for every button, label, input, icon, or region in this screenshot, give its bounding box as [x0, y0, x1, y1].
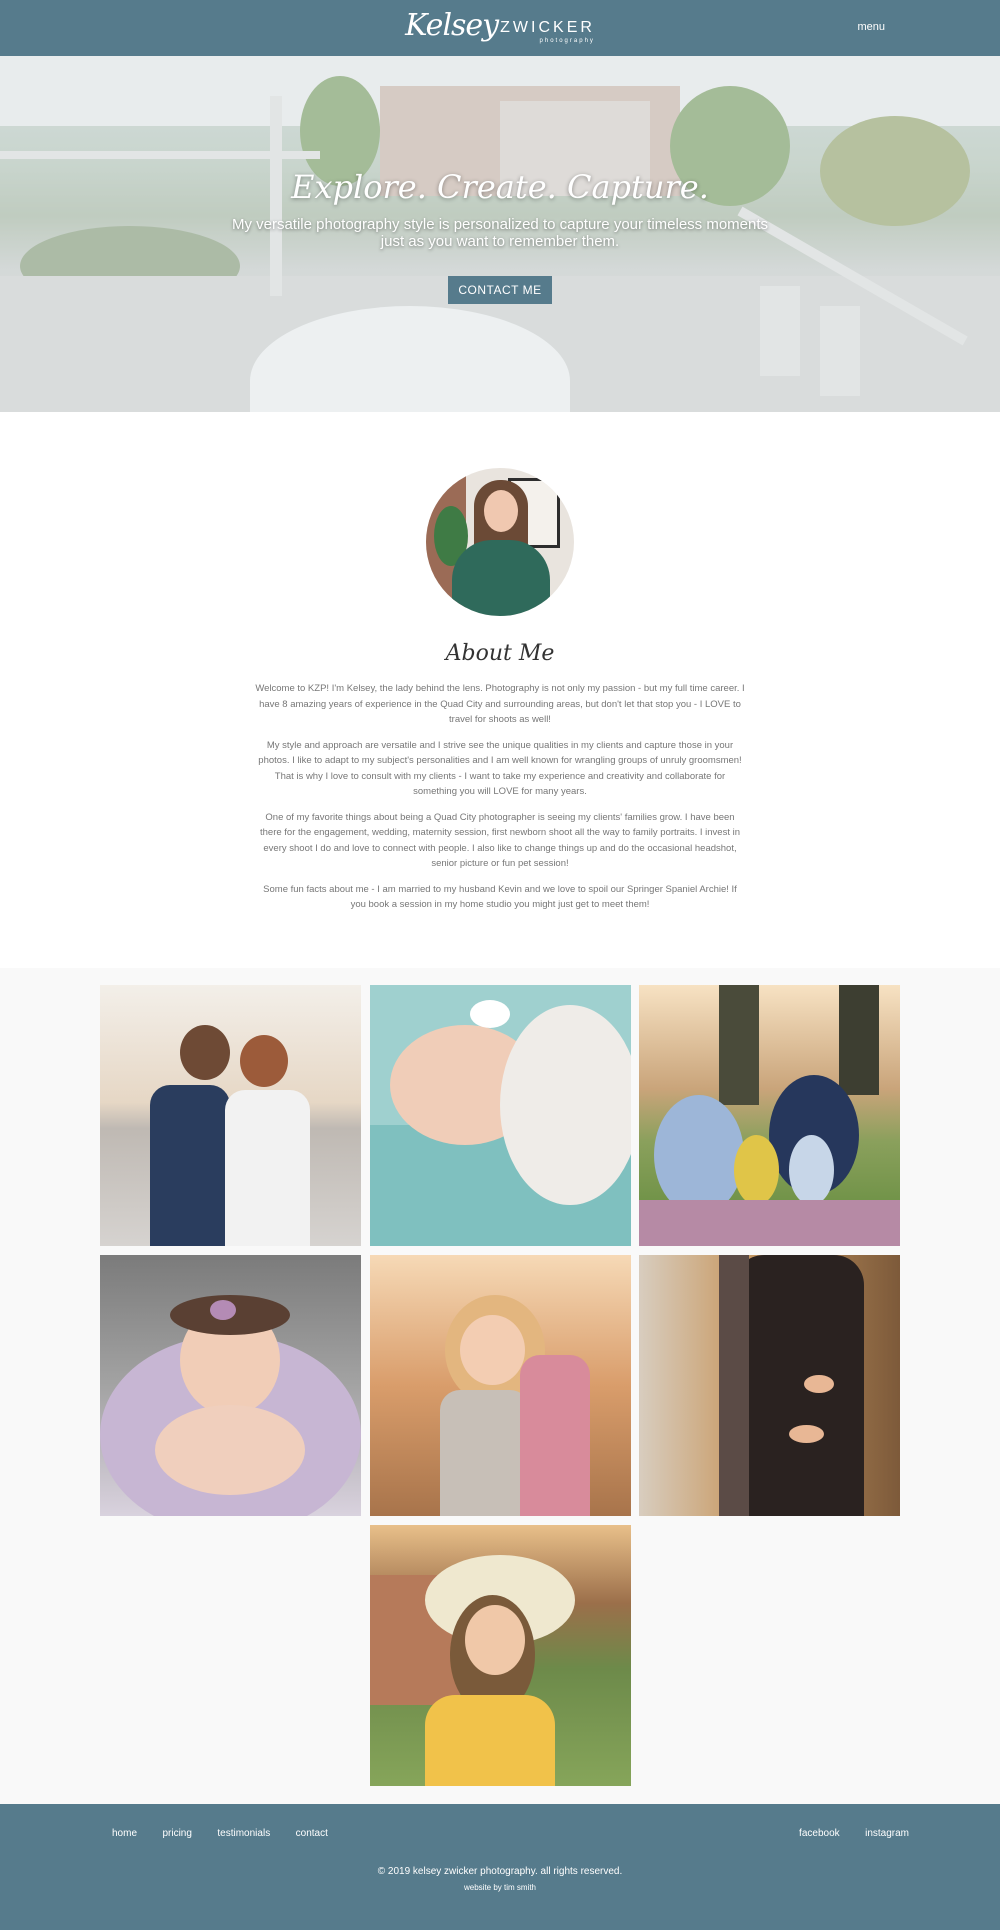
gallery-photo-maternity[interactable] — [639, 1255, 900, 1516]
footer-link-instagram[interactable]: instagram — [865, 1828, 909, 1839]
footer-link-home[interactable]: home — [112, 1828, 137, 1839]
avatar-photo-body — [452, 540, 550, 616]
gallery-photo-baby-fur[interactable] — [100, 1255, 361, 1516]
hero-banner: Explore. Create. Capture. My versatile p… — [0, 56, 1000, 412]
gallery-photo-senior-hat[interactable] — [370, 1525, 631, 1786]
hero-subtitle: My versatile photography style is person… — [231, 216, 769, 250]
gallery-photo-newborn[interactable] — [370, 985, 631, 1246]
logo-name: ZWICKER — [500, 19, 595, 36]
about-paragraph: One of my favorite things about being a … — [260, 811, 740, 870]
about-text: Welcome to KZP! I'm Kelsey, the lady beh… — [255, 681, 745, 913]
about-paragraph: My style and approach are versatile and … — [258, 739, 742, 798]
footer-link-facebook[interactable]: facebook — [799, 1828, 840, 1839]
copyright-text: © 2019 kelsey zwicker photography. all r… — [377, 1866, 623, 1877]
footer-link-pricing[interactable]: pricing — [162, 1828, 191, 1839]
contact-me-button[interactable]: CONTACT ME — [448, 276, 552, 304]
logo-tagline: photography — [539, 38, 595, 44]
footer-link-testimonials[interactable]: testimonials — [217, 1828, 270, 1839]
logo-wordmark: ZWICKER photography — [500, 4, 595, 46]
hero-content: Explore. Create. Capture. My versatile p… — [0, 168, 1000, 304]
about-title: About Me — [445, 641, 555, 666]
site-header: Kelsey ZWICKER photography menu — [0, 0, 1000, 56]
site-footer: home pricing testimonials contact facebo… — [0, 1804, 1000, 1930]
gallery-photo-girl-chair[interactable] — [370, 1255, 631, 1516]
footer-nav: home pricing testimonials contact — [112, 1823, 349, 1841]
avatar-photo-face — [484, 490, 518, 532]
site-logo[interactable]: Kelsey ZWICKER photography — [0, 4, 1000, 48]
photo-gallery — [0, 968, 1000, 1804]
footer-social: facebook instagram — [778, 1823, 909, 1841]
gallery-photo-couple[interactable] — [100, 985, 361, 1246]
hero-title: Explore. Create. Capture. — [291, 168, 709, 206]
about-paragraph: Welcome to KZP! I'm Kelsey, the lady beh… — [255, 683, 745, 725]
logo-script: Kelsey — [405, 8, 499, 43]
about-section: About Me Welcome to KZP! I'm Kelsey, the… — [0, 412, 1000, 968]
menu-link[interactable]: menu — [857, 21, 885, 33]
footer-link-contact[interactable]: contact — [296, 1828, 328, 1839]
about-paragraph: Some fun facts about me - I am married t… — [263, 883, 737, 911]
website-credit[interactable]: website by tim smith — [0, 1883, 1000, 1892]
gallery-photo-family[interactable] — [639, 985, 900, 1246]
avatar — [426, 468, 574, 616]
